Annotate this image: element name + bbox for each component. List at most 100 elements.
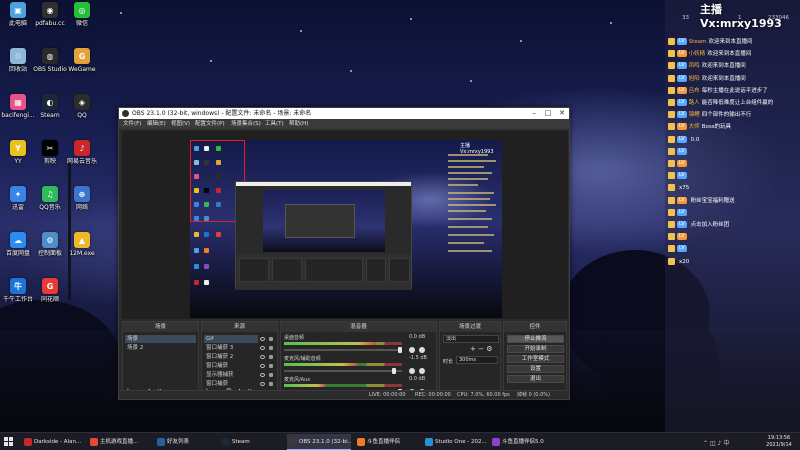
taskbar-clock[interactable]: 19:13:56 2021/9/14 (761, 435, 797, 449)
exit-button[interactable]: 退出 (507, 375, 564, 383)
maximize-icon[interactable]: □ (541, 108, 555, 119)
desktop-icon[interactable]: ♪ 网易云音乐 (64, 140, 100, 180)
controls-header: 控件 (504, 322, 566, 332)
level-badge: LV (677, 62, 687, 70)
source-item[interactable]: 窗口捕获 2 (204, 353, 258, 361)
taskbar-item[interactable]: 主机游戏直播... (88, 434, 150, 450)
user-avatar-icon (668, 196, 675, 204)
chat-text: 粉丝宝宝福利赠送 (690, 197, 735, 204)
volume-slider[interactable] (284, 368, 402, 374)
duration-input[interactable]: 300ms (456, 356, 498, 364)
user-avatar-icon (668, 99, 675, 106)
lock-icon[interactable] (269, 382, 273, 386)
transition-settings-icon[interactable]: ⚙ (486, 345, 492, 353)
volume-slider-knob[interactable] (392, 368, 396, 374)
speaker-icon[interactable] (409, 347, 415, 353)
gear-icon[interactable] (419, 347, 425, 353)
start-recording-button[interactable]: 开始录制 (507, 345, 564, 353)
scene-item[interactable]: 场景 2 (125, 344, 196, 352)
stop-streaming-button[interactable]: 停止推流 (507, 335, 564, 343)
volume-slider[interactable] (284, 347, 402, 353)
close-icon[interactable]: ✕ (555, 108, 569, 119)
settings-button[interactable]: 设置 (507, 365, 564, 373)
scene-item[interactable]: 场景 (125, 335, 196, 343)
taskbar-item[interactable]: Steam (220, 434, 282, 450)
chat-message: LV 凤鸣 欢迎来到本直播间 (668, 62, 798, 71)
desktop-icon[interactable]: G WeGame (64, 48, 100, 88)
menu-view[interactable]: 视图(V) (171, 119, 190, 129)
source-item[interactable]: 窗口捕获 (204, 362, 258, 370)
desktop-icon-label: 网络 (75, 204, 88, 211)
network-icon: ⊕ (74, 186, 90, 202)
menu-help[interactable]: 帮助(H) (289, 119, 308, 129)
menu-profile[interactable]: 配置文件(P) (195, 119, 225, 129)
visibility-eye-icon[interactable] (260, 346, 265, 350)
visibility-eye-icon[interactable] (260, 373, 265, 377)
taskbar-item[interactable]: 斗鱼直播伴侣 (355, 434, 419, 450)
network-tray-icon[interactable]: ◫ (710, 440, 716, 447)
taskbar-item-label: Darkside - Alan... (34, 439, 82, 445)
taskbar-item[interactable]: OBS 23.1.0 (32-bi... (287, 434, 351, 450)
lock-icon[interactable] (269, 373, 273, 377)
visibility-eye-icon[interactable] (260, 355, 265, 359)
source-item[interactable]: Gif (204, 335, 258, 343)
transition-select[interactable]: 淡出 (443, 335, 499, 343)
chat-text: 每秒主播在此说话平进步了 (701, 87, 768, 94)
wegame-icon: G (74, 48, 90, 64)
lock-icon[interactable] (269, 355, 273, 359)
menu-file[interactable]: 文件(F) (123, 119, 141, 129)
menu-edit[interactable]: 编辑(E) (147, 119, 166, 129)
level-badge: LV (677, 172, 687, 180)
app-icon (425, 438, 433, 446)
level-badge: LV (677, 221, 687, 228)
controls-dock: 控件 停止推流 开始录制 工作室模式 设置 退出 (503, 321, 567, 399)
desktop-icon[interactable]: G 同花顺 (32, 278, 68, 318)
add-transition-icon[interactable]: + (470, 345, 476, 353)
lock-icon[interactable] (269, 337, 273, 341)
windows-start-icon[interactable] (4, 437, 14, 447)
taskbar-item[interactable]: Darkside - Alan... (22, 434, 84, 450)
lock-icon[interactable] (269, 346, 273, 350)
taskbar-item[interactable]: Studio One - 202... (423, 434, 487, 450)
lamp-post (68, 160, 71, 300)
obs-window[interactable]: OBS 23.1.0 (32-bit, windows) - 配置文件: 未命名… (118, 107, 570, 400)
obs-preview[interactable]: 主播Vx:mrxy1993 (122, 131, 568, 319)
gear-icon[interactable] (419, 368, 425, 374)
user-avatar-icon (668, 160, 675, 167)
chat-text: x75 (679, 185, 690, 192)
obs-titlebar[interactable]: OBS 23.1.0 (32-bit, windows) - 配置文件: 未命名… (119, 108, 569, 119)
volume-slider-knob[interactable] (398, 347, 402, 353)
taskbar-item[interactable]: 斗鱼直播伴侣5.0 (490, 434, 554, 450)
visibility-eye-icon[interactable] (260, 337, 265, 341)
lock-icon[interactable] (269, 364, 273, 368)
remove-transition-icon[interactable]: − (478, 345, 484, 353)
chat-message: LV 大师 Boss的玩具 (668, 123, 798, 132)
chat-message: LV 路人 能否降低难度让上台组件赢的 (668, 99, 798, 108)
source-item[interactable]: 窗口捕获 3 (204, 344, 258, 352)
desktop-icon[interactable]: ⊕ 网络 (64, 186, 100, 226)
desktop-icon[interactable]: ▲ 12M.exe (64, 232, 100, 272)
studio-mode-button[interactable]: 工作室模式 (507, 355, 564, 363)
menu-scene-collection[interactable]: 场景集合(S) (231, 119, 261, 129)
stock-icon: G (42, 278, 58, 294)
visibility-eye-icon[interactable] (260, 364, 265, 368)
chat-nick: 大师 (688, 124, 700, 131)
minimize-icon[interactable]: – (527, 108, 541, 119)
level-badge: LV (677, 111, 687, 119)
live-timer: LIVE: 00:00:00 (369, 392, 406, 398)
control-panel-icon: ⚙ (42, 232, 58, 248)
desktop-icon[interactable]: ◈ QQ (64, 94, 100, 134)
desktop-icon[interactable]: ◎ 微信 (64, 2, 100, 42)
taskbar-item[interactable]: 好友列表 (155, 434, 215, 450)
menu-tools[interactable]: 工具(T) (265, 119, 284, 129)
app-icon (289, 438, 297, 446)
mixer-dock: 混音器 桌面音频 0.0 dB 麦克风/辅助音频 -1.5 dB 麦克风/Aux… (280, 321, 437, 399)
speaker-icon[interactable] (409, 368, 415, 374)
visibility-eye-icon[interactable] (260, 382, 265, 386)
ime-icon[interactable]: 中 (723, 440, 729, 447)
chat-text: 欢迎来到本直播间 (707, 51, 752, 58)
chat-nick: 旭阳 (688, 75, 700, 82)
volume-tray-icon[interactable]: ♪ (718, 440, 722, 447)
source-item[interactable]: 显示器捕获 (204, 371, 258, 379)
tray-chevron-icon[interactable]: ⌃ (703, 440, 708, 447)
